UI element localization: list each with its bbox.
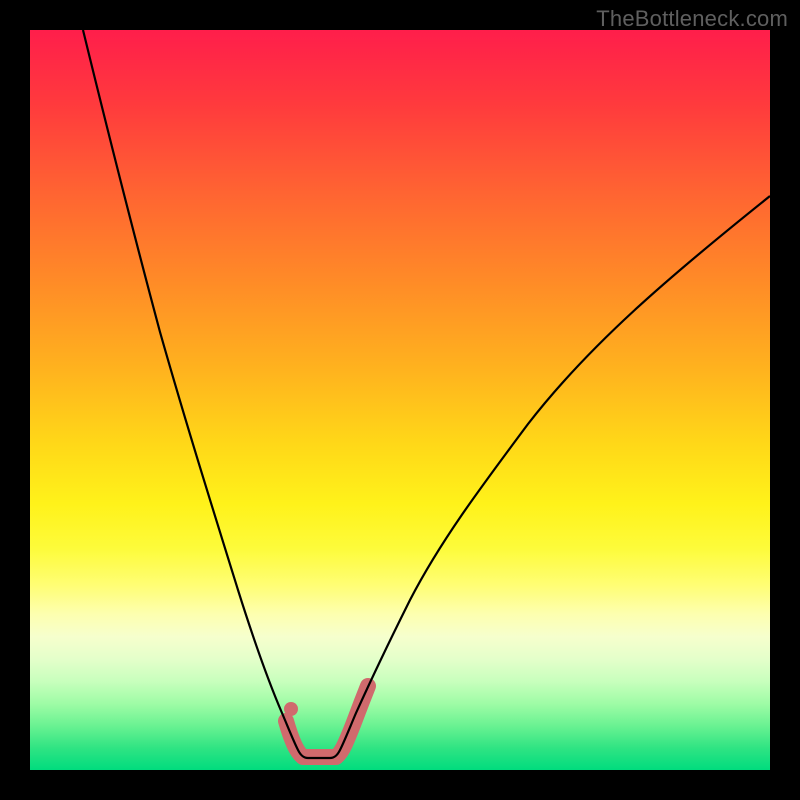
bottleneck-highlight (286, 686, 368, 757)
outer-frame: TheBottleneck.com (0, 0, 800, 800)
highlight-dot-icon (284, 702, 298, 716)
chart-svg (30, 30, 770, 770)
left-curve-line (83, 30, 308, 758)
watermark-text: TheBottleneck.com (596, 6, 788, 32)
right-curve-line (330, 196, 770, 758)
chart-plot-area (30, 30, 770, 770)
